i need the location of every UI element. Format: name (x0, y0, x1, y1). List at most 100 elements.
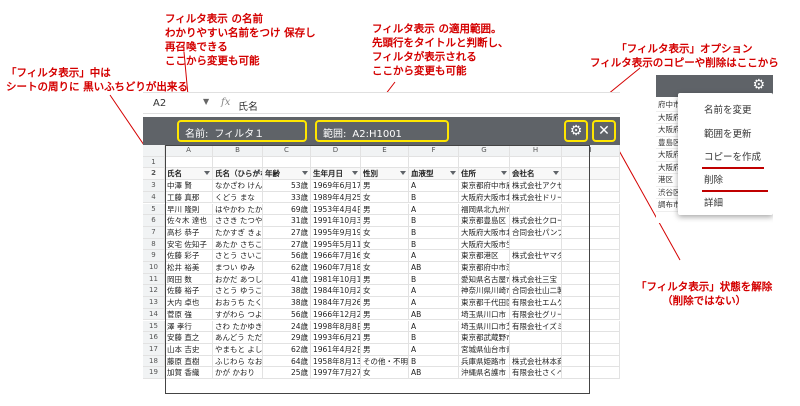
table-cell[interactable]: 性別 (361, 168, 409, 181)
table-cell[interactable]: たかすぎ きょうこ (213, 226, 263, 239)
table-cell[interactable]: 東京都府中市府中町 (459, 180, 510, 192)
table-cell[interactable] (510, 262, 562, 274)
table-cell[interactable]: B (409, 355, 459, 368)
table-cell[interactable]: 1984年10月20日 (311, 285, 361, 298)
table-cell[interactable]: A (409, 180, 459, 192)
table-cell[interactable] (562, 250, 620, 262)
table-cell[interactable]: 大内 卓也 (165, 297, 213, 309)
row-number[interactable]: 12 (143, 285, 165, 298)
select-all-corner[interactable] (143, 145, 165, 157)
row-number[interactable]: 7 (143, 226, 165, 239)
column-header-f[interactable]: F (409, 145, 459, 157)
table-cell[interactable]: B (409, 332, 459, 344)
table-cell[interactable]: 佐藤 彩子 (165, 250, 213, 262)
table-cell[interactable] (263, 156, 311, 169)
table-cell[interactable]: 1961年4月2日 (311, 343, 361, 356)
table-cell[interactable]: 27歳 (263, 238, 311, 251)
table-cell[interactable]: 女 (361, 191, 409, 204)
filter-dropdown-icon[interactable] (450, 171, 456, 176)
table-cell[interactable]: 早川 隆則 (165, 203, 213, 216)
table-cell[interactable]: 株式会社ドリームファクトリー (510, 191, 562, 204)
table-cell[interactable] (311, 156, 361, 169)
table-cell[interactable]: 男 (361, 320, 409, 333)
table-cell[interactable]: 男 (361, 308, 409, 321)
table-cell[interactable] (562, 308, 620, 321)
table-cell[interactable]: すがわら つよし (213, 308, 263, 321)
table-cell[interactable]: 56歳 (263, 308, 311, 321)
table-cell[interactable]: 69歳 (263, 203, 311, 216)
table-cell[interactable] (562, 168, 620, 181)
filter-dropdown-icon[interactable] (352, 171, 358, 176)
table-cell[interactable] (510, 343, 562, 356)
table-cell[interactable]: 31歳 (263, 215, 311, 227)
menu-item-rename[interactable]: 名前を変更 (678, 101, 773, 121)
table-cell[interactable]: 藤原 直樹 (165, 355, 213, 368)
table-cell[interactable]: 29歳 (263, 332, 311, 344)
filter-dropdown-icon[interactable] (204, 171, 210, 176)
filter-name-field[interactable]: 名前: フィルタ１ (177, 120, 307, 142)
table-cell[interactable]: 加賀 香織 (165, 367, 213, 379)
filter-dropdown-icon[interactable] (501, 171, 507, 176)
menu-item-duplicate[interactable]: コピーを作成 (678, 148, 773, 168)
table-cell[interactable]: 1997年7月27日 (311, 367, 361, 379)
filter-range-value[interactable]: A2:H1001 (352, 129, 402, 140)
table-cell[interactable]: 株式会社ヤマダ (510, 250, 562, 262)
table-cell[interactable] (165, 156, 213, 169)
table-cell[interactable]: 東京都豊島区 (459, 215, 510, 227)
table-cell[interactable] (361, 156, 409, 169)
table-cell[interactable]: さとう さいこ (213, 250, 263, 262)
filter-name-value[interactable]: フィルタ１ (214, 129, 264, 140)
column-header-i[interactable]: I (562, 145, 620, 157)
table-cell[interactable] (562, 285, 620, 298)
table-cell[interactable]: 大阪府大阪市北区 (459, 191, 510, 204)
table-cell[interactable]: さわ たかゆき (213, 320, 263, 333)
table-cell[interactable]: 女 (361, 238, 409, 251)
table-cell[interactable]: その他・不明 (361, 355, 409, 368)
table-cell[interactable] (562, 215, 620, 227)
row-number[interactable]: 17 (143, 343, 165, 356)
column-header-h[interactable]: H (510, 145, 562, 157)
table-cell[interactable] (562, 367, 620, 379)
table-cell[interactable] (213, 156, 263, 169)
table-cell[interactable] (409, 156, 459, 169)
table-cell[interactable]: 氏名（ひらがな） (213, 168, 263, 181)
table-cell[interactable]: 56歳 (263, 250, 311, 262)
table-cell[interactable]: 1969年6月17日 (311, 180, 361, 192)
table-cell[interactable]: 1995年5月11日 (311, 238, 361, 251)
table-cell[interactable]: 24歳 (263, 320, 311, 333)
table-cell[interactable]: 有限会社イズミ (510, 320, 562, 333)
table-cell[interactable] (562, 262, 620, 274)
table-cell[interactable]: はやかわ たかのり (213, 203, 263, 216)
table-cell[interactable]: 株式会社クローバー (510, 215, 562, 227)
cell-reference[interactable]: A2 (153, 98, 166, 109)
menu-item-details[interactable]: 詳細 (678, 194, 773, 214)
table-cell[interactable]: 有限会社グリーンライフ (510, 308, 562, 321)
menu-item-update-range[interactable]: 範囲を更新 (678, 125, 773, 145)
table-cell[interactable]: やまもと よしふみ (213, 343, 263, 356)
table-cell[interactable]: 氏名 (165, 168, 213, 181)
table-cell[interactable]: 25歳 (263, 367, 311, 379)
table-cell[interactable]: 佐々木 達也 (165, 215, 213, 227)
table-cell[interactable]: A (409, 285, 459, 298)
row-number[interactable]: 16 (143, 332, 165, 344)
table-cell[interactable]: 27歳 (263, 226, 311, 239)
table-cell[interactable]: 生年月日 (311, 168, 361, 181)
row-number[interactable]: 10 (143, 262, 165, 274)
table-cell[interactable]: 男 (361, 203, 409, 216)
table-cell[interactable]: 沖縄県名護市 (459, 367, 510, 379)
table-cell[interactable] (562, 226, 620, 239)
table-cell[interactable]: 1958年8月13日 (311, 355, 361, 368)
row-number[interactable]: 18 (143, 355, 165, 368)
table-cell[interactable]: 中澤 賢 (165, 180, 213, 192)
table-cell[interactable]: 41歳 (263, 273, 311, 286)
table-cell[interactable]: 東京都千代田区 (459, 297, 510, 309)
row-number[interactable]: 13 (143, 297, 165, 309)
table-cell[interactable]: A (409, 297, 459, 309)
chevron-down-icon[interactable]: ▼ (203, 97, 209, 106)
row-number[interactable]: 6 (143, 215, 165, 227)
filter-options-button[interactable]: ⚙ (564, 120, 588, 142)
table-cell[interactable]: おかだ あつし (213, 273, 263, 286)
table-cell[interactable]: 1966年12月27日 (311, 308, 361, 321)
table-cell[interactable] (562, 273, 620, 286)
filter-dropdown-icon[interactable] (254, 171, 260, 176)
